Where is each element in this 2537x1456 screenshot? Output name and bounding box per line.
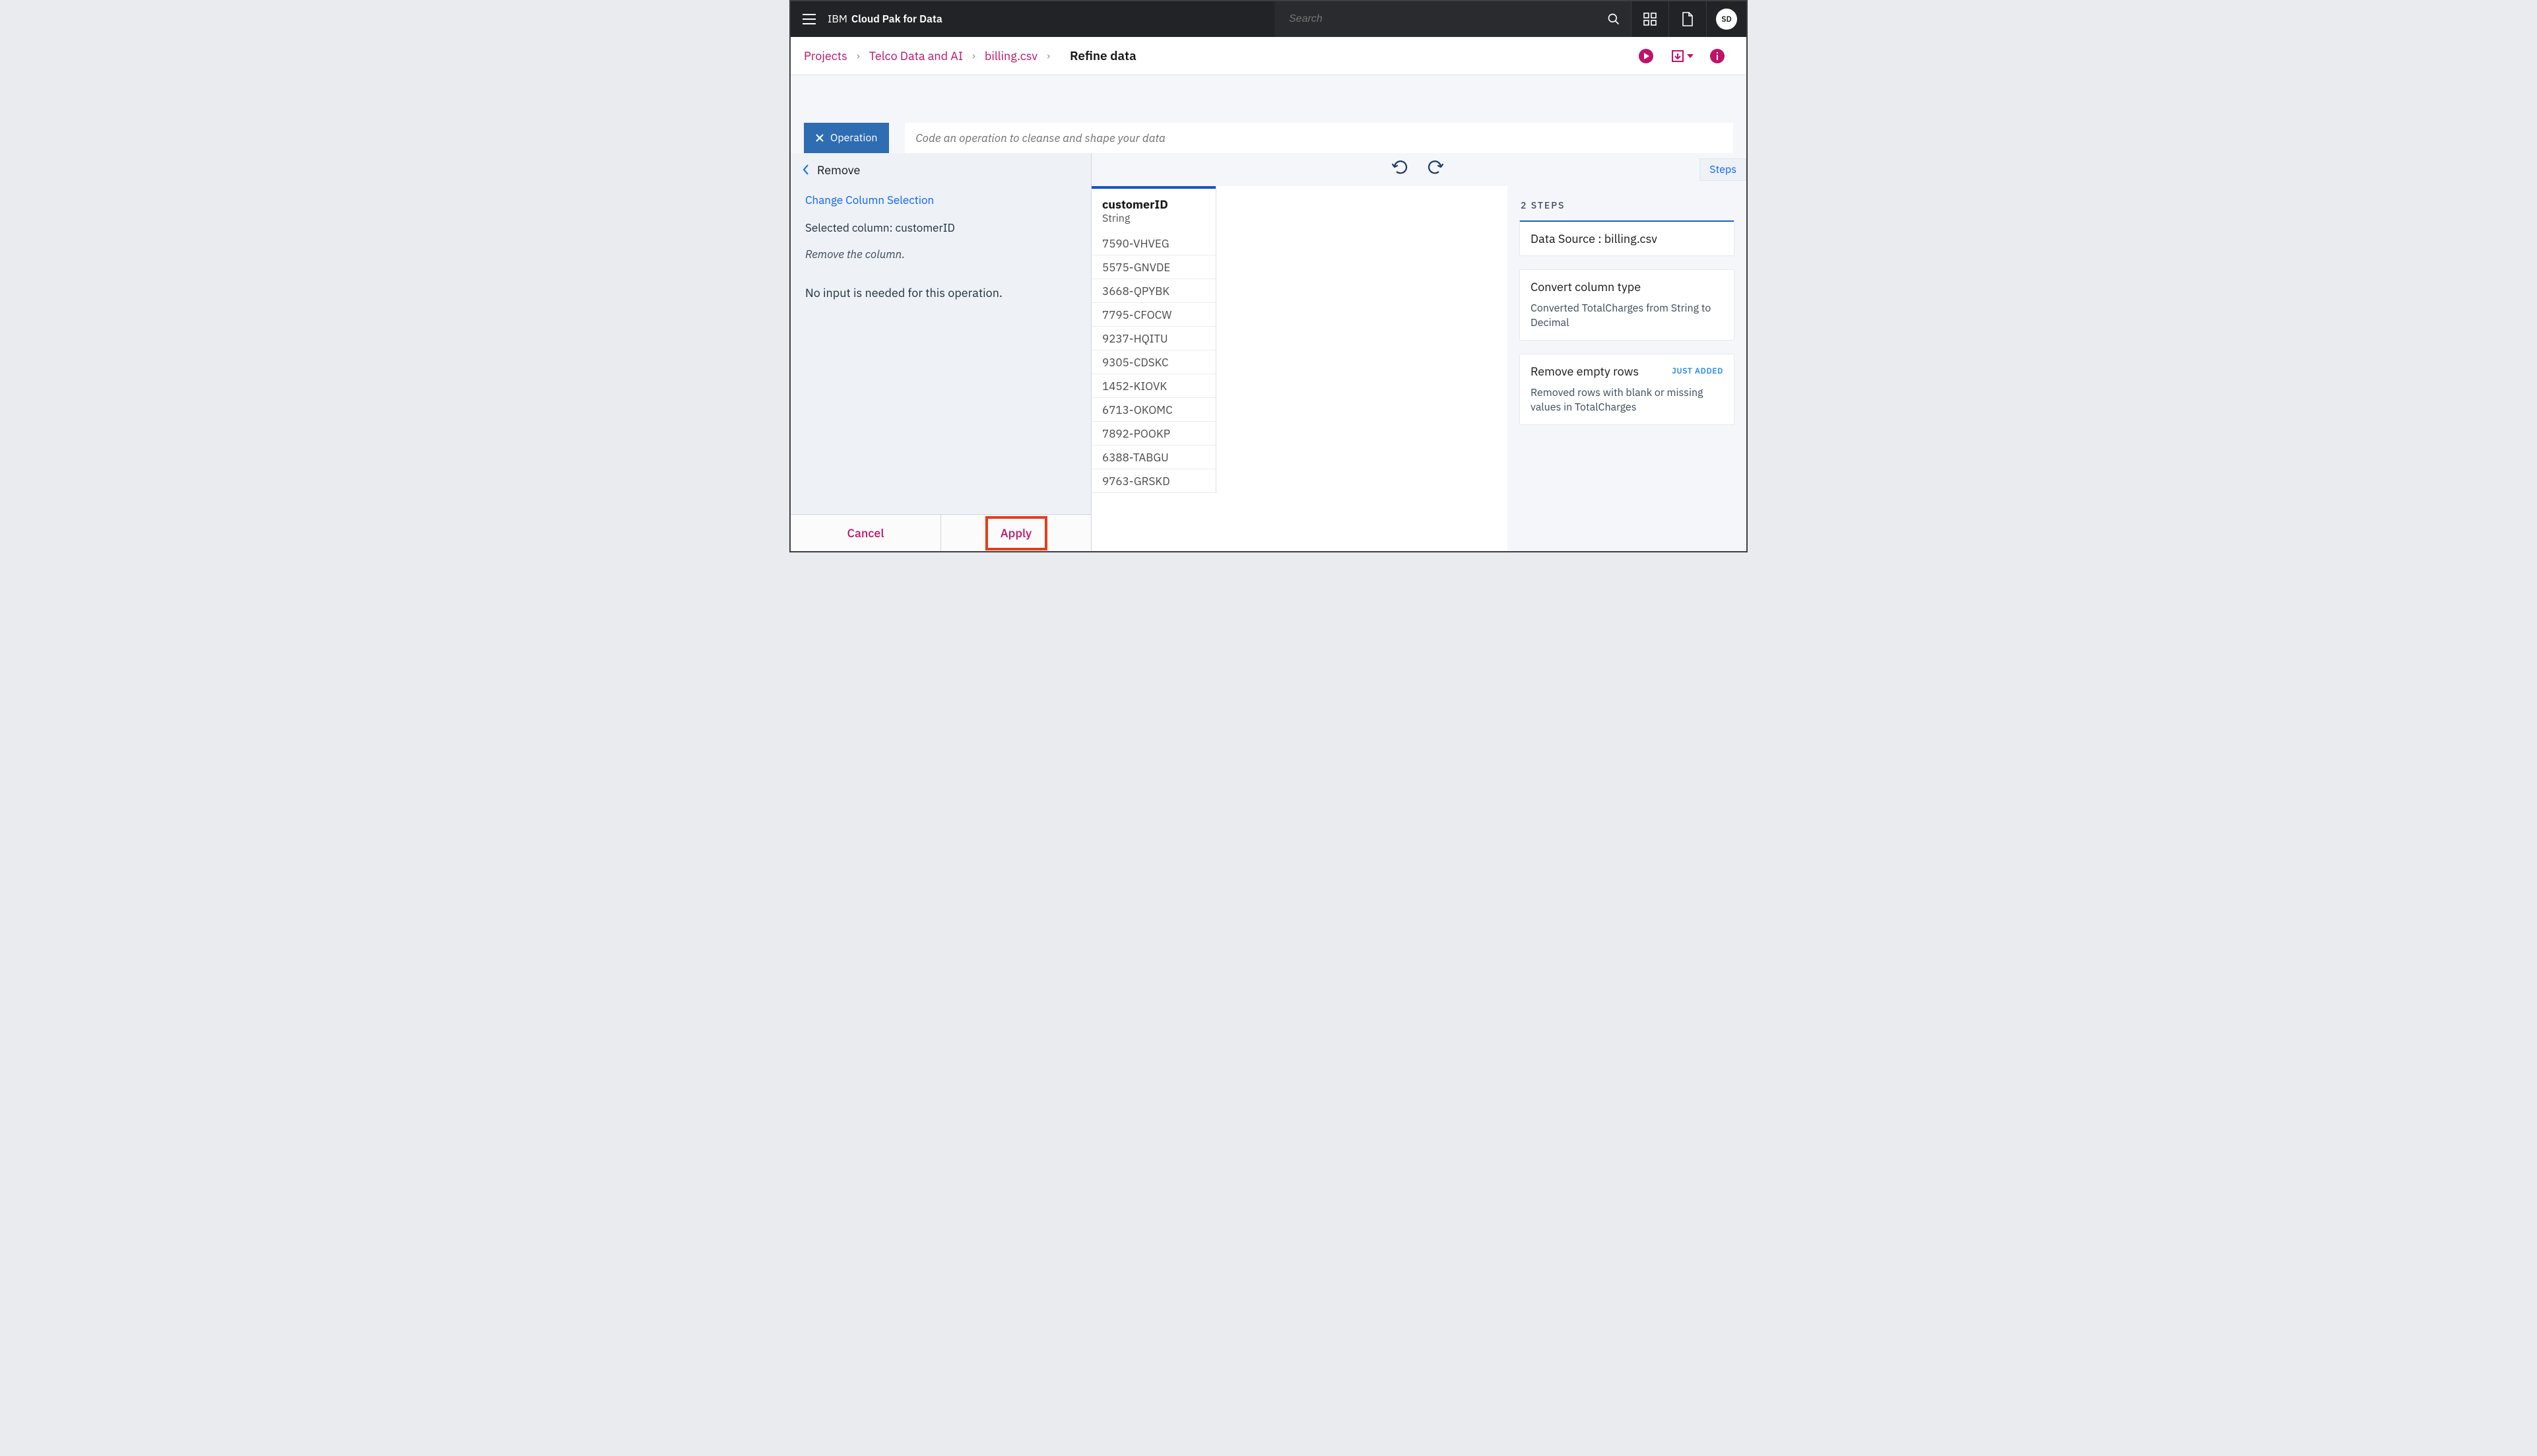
preview-toolbar: Steps bbox=[1092, 153, 1746, 186]
step-remove-empty[interactable]: Remove empty rows JUST ADDED Removed row… bbox=[1519, 354, 1734, 425]
step-title: Data Source : billing.csv bbox=[1531, 231, 1723, 246]
info-button[interactable] bbox=[1701, 43, 1733, 69]
operation-description: Remove the column. bbox=[805, 247, 1076, 261]
chevron-right-icon: › bbox=[1047, 50, 1050, 63]
table-row: 6388-TABGU bbox=[1092, 446, 1216, 469]
operation-config-panel: Remove Change Column Selection Selected … bbox=[791, 153, 1092, 551]
step-data-source[interactable]: Data Source : billing.csv bbox=[1519, 220, 1734, 256]
export-dropdown[interactable] bbox=[1662, 43, 1701, 69]
cancel-button[interactable]: Cancel bbox=[791, 515, 940, 551]
steps-panel: 2 STEPS Data Source : billing.csv Conver… bbox=[1507, 186, 1746, 551]
crumb-file[interactable]: billing.csv bbox=[985, 48, 1038, 63]
step-title: Remove empty rows bbox=[1531, 364, 1639, 379]
table-row: 9237-HQITU bbox=[1092, 327, 1216, 350]
table-row: 9305-CDSKC bbox=[1092, 350, 1216, 374]
just-added-badge: JUST ADDED bbox=[1672, 366, 1723, 376]
back-icon[interactable] bbox=[803, 164, 809, 175]
data-preview: customerID String 7590-VHVEG 5575-GNVDE … bbox=[1092, 186, 1507, 551]
panel-title: Remove bbox=[817, 162, 860, 178]
hamburger-menu[interactable] bbox=[791, 1, 828, 37]
app-window: IBM Cloud Pak for Data SD Projects › Tel… bbox=[789, 0, 1748, 552]
table-row: 3668-QPYBK bbox=[1092, 279, 1216, 303]
search-input[interactable] bbox=[1288, 13, 1607, 26]
step-convert-type[interactable]: Convert column type Converted TotalCharg… bbox=[1519, 269, 1734, 341]
chevron-right-icon: › bbox=[972, 50, 975, 63]
crumb-current: Refine data bbox=[1070, 48, 1137, 64]
product-brand: IBM Cloud Pak for Data bbox=[828, 13, 942, 26]
global-header: IBM Cloud Pak for Data SD bbox=[791, 1, 1746, 37]
column-type: String bbox=[1102, 212, 1205, 225]
breadcrumb: Projects › Telco Data and AI › billing.c… bbox=[791, 37, 1746, 75]
workspace: Remove Change Column Selection Selected … bbox=[791, 153, 1746, 551]
change-column-link[interactable]: Change Column Selection bbox=[791, 186, 1091, 214]
step-desc: Removed rows with blank or missing value… bbox=[1531, 385, 1723, 415]
menu-icon bbox=[803, 14, 816, 24]
undo-button[interactable] bbox=[1391, 159, 1412, 180]
global-search[interactable] bbox=[1274, 1, 1631, 37]
user-avatar[interactable]: SD bbox=[1716, 9, 1737, 30]
chevron-down-icon bbox=[1687, 54, 1694, 58]
crumb-project[interactable]: Telco Data and AI bbox=[869, 48, 963, 63]
step-desc: Converted TotalCharges from String to De… bbox=[1531, 301, 1723, 331]
operation-note: No input is needed for this operation. bbox=[805, 285, 1076, 300]
operation-chip-label: Operation bbox=[830, 131, 877, 145]
operation-row: Operation Code an operation to cleanse a… bbox=[791, 123, 1746, 153]
step-title: Convert column type bbox=[1531, 279, 1723, 294]
document-icon[interactable] bbox=[1669, 1, 1706, 37]
chevron-right-icon: › bbox=[857, 50, 860, 63]
brand-prefix: IBM bbox=[828, 13, 847, 26]
run-button[interactable] bbox=[1630, 43, 1662, 69]
steps-toggle[interactable]: Steps bbox=[1699, 158, 1746, 181]
selected-column-label: Selected column: customerID bbox=[805, 220, 1076, 235]
table-row: 9763-GRSKD bbox=[1092, 469, 1216, 493]
apps-icon[interactable] bbox=[1631, 1, 1668, 37]
crumb-projects[interactable]: Projects bbox=[804, 48, 847, 63]
brand-name: Cloud Pak for Data bbox=[851, 13, 942, 26]
table-row: 7795-CFOCW bbox=[1092, 303, 1216, 327]
table-row: 7590-VHVEG bbox=[1092, 232, 1216, 255]
panel-header: Remove bbox=[791, 153, 1091, 186]
table-row: 6713-OKOMC bbox=[1092, 398, 1216, 422]
column-header[interactable]: customerID String bbox=[1092, 186, 1216, 232]
close-icon[interactable] bbox=[816, 134, 824, 142]
operation-chip[interactable]: Operation bbox=[804, 123, 889, 153]
redo-button[interactable] bbox=[1426, 159, 1447, 180]
table-row: 7892-POOKP bbox=[1092, 422, 1216, 446]
table-row: 1452-KIOVK bbox=[1092, 374, 1216, 398]
apply-button[interactable]: Apply bbox=[940, 515, 1091, 551]
table-row: 5575-GNVDE bbox=[1092, 255, 1216, 279]
column-name: customerID bbox=[1102, 197, 1205, 212]
panel-footer: Cancel Apply bbox=[791, 514, 1091, 551]
search-icon bbox=[1607, 13, 1620, 26]
steps-count: 2 STEPS bbox=[1521, 199, 1734, 211]
code-operation-input[interactable]: Code an operation to cleanse and shape y… bbox=[905, 123, 1733, 153]
